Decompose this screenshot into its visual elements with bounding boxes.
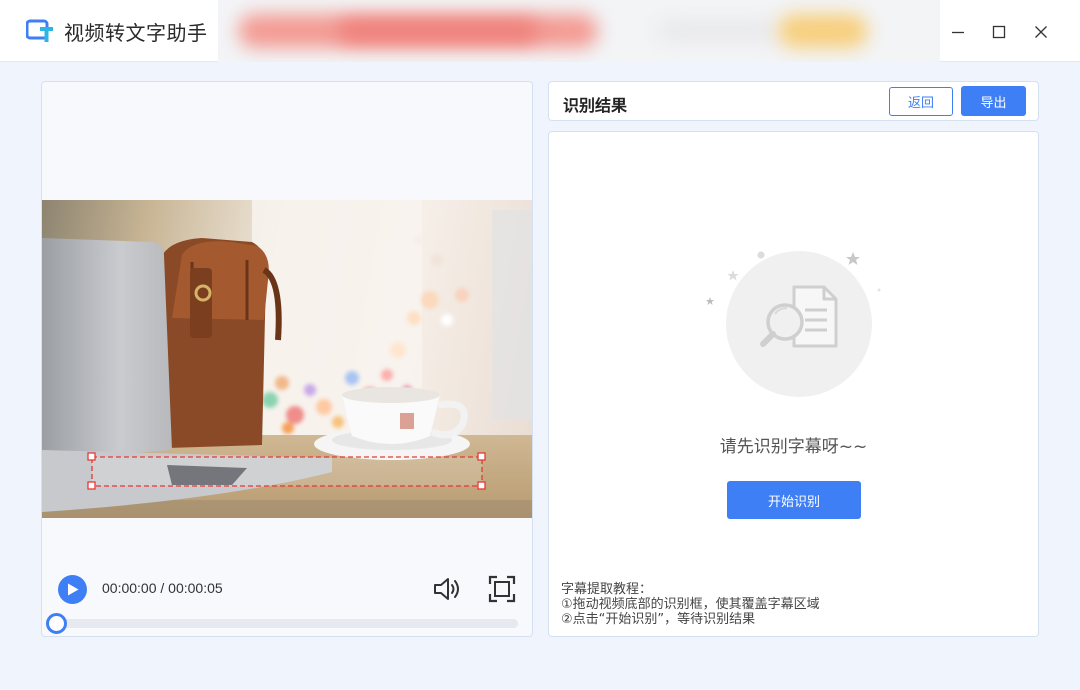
maximize-button[interactable] xyxy=(985,16,1013,48)
tutorial-text: 字幕提取教程： ①拖动视频底部的识别框，使其覆盖字幕区域 ②点击“开始识别”，等… xyxy=(561,582,820,627)
play-icon xyxy=(67,583,78,596)
progress-bar[interactable] xyxy=(56,619,518,628)
empty-document-search-icon xyxy=(706,251,881,397)
close-button[interactable] xyxy=(1027,16,1055,48)
tutorial-heading: 字幕提取教程： xyxy=(561,582,653,597)
time-separator: / xyxy=(156,580,169,596)
result-title: 识别结果 xyxy=(563,96,628,115)
progress-handle[interactable] xyxy=(46,613,67,634)
export-button[interactable]: 导出 xyxy=(961,86,1026,116)
subtitle-selection-box[interactable] xyxy=(42,200,532,518)
time-display: 00:00:00 / 00:00:05 xyxy=(102,580,223,596)
total-time: 00:00:05 xyxy=(168,580,223,596)
resize-handle[interactable] xyxy=(87,481,96,490)
fullscreen-icon[interactable] xyxy=(488,575,516,603)
app-title: 视频转文字助手 xyxy=(64,21,208,45)
app-logo-icon xyxy=(26,19,53,42)
result-header: 识别结果 返回 导出 xyxy=(548,81,1039,121)
title-bar: 视频转文字助手 xyxy=(0,0,1080,62)
minimize-icon xyxy=(952,31,964,34)
tutorial-step-1: ①拖动视频底部的识别框，使其覆盖字幕区域 xyxy=(561,597,820,612)
play-button[interactable] xyxy=(58,575,87,604)
resize-handle[interactable] xyxy=(477,481,486,490)
resize-handle[interactable] xyxy=(87,452,96,461)
current-time: 00:00:00 xyxy=(102,580,157,596)
video-panel: 00:00:00 / 00:00:05 xyxy=(41,81,533,637)
close-icon xyxy=(1035,26,1047,38)
result-panel: 请先识别字幕呀~~ 开始识别 字幕提取教程： ①拖动视频底部的识别框，使其覆盖字… xyxy=(548,131,1039,637)
volume-icon[interactable] xyxy=(432,575,462,603)
resize-handle[interactable] xyxy=(477,452,486,461)
video-preview[interactable] xyxy=(42,200,532,518)
empty-state-message: 请先识别字幕呀~~ xyxy=(719,437,868,457)
start-recognition-button[interactable]: 开始识别 xyxy=(727,481,861,519)
minimize-button[interactable] xyxy=(944,16,972,48)
ad-banner[interactable] xyxy=(218,0,940,62)
maximize-icon xyxy=(992,25,1006,39)
back-button[interactable]: 返回 xyxy=(889,87,953,116)
tutorial-step-2: ②点击“开始识别”，等待识别结果 xyxy=(561,612,756,627)
